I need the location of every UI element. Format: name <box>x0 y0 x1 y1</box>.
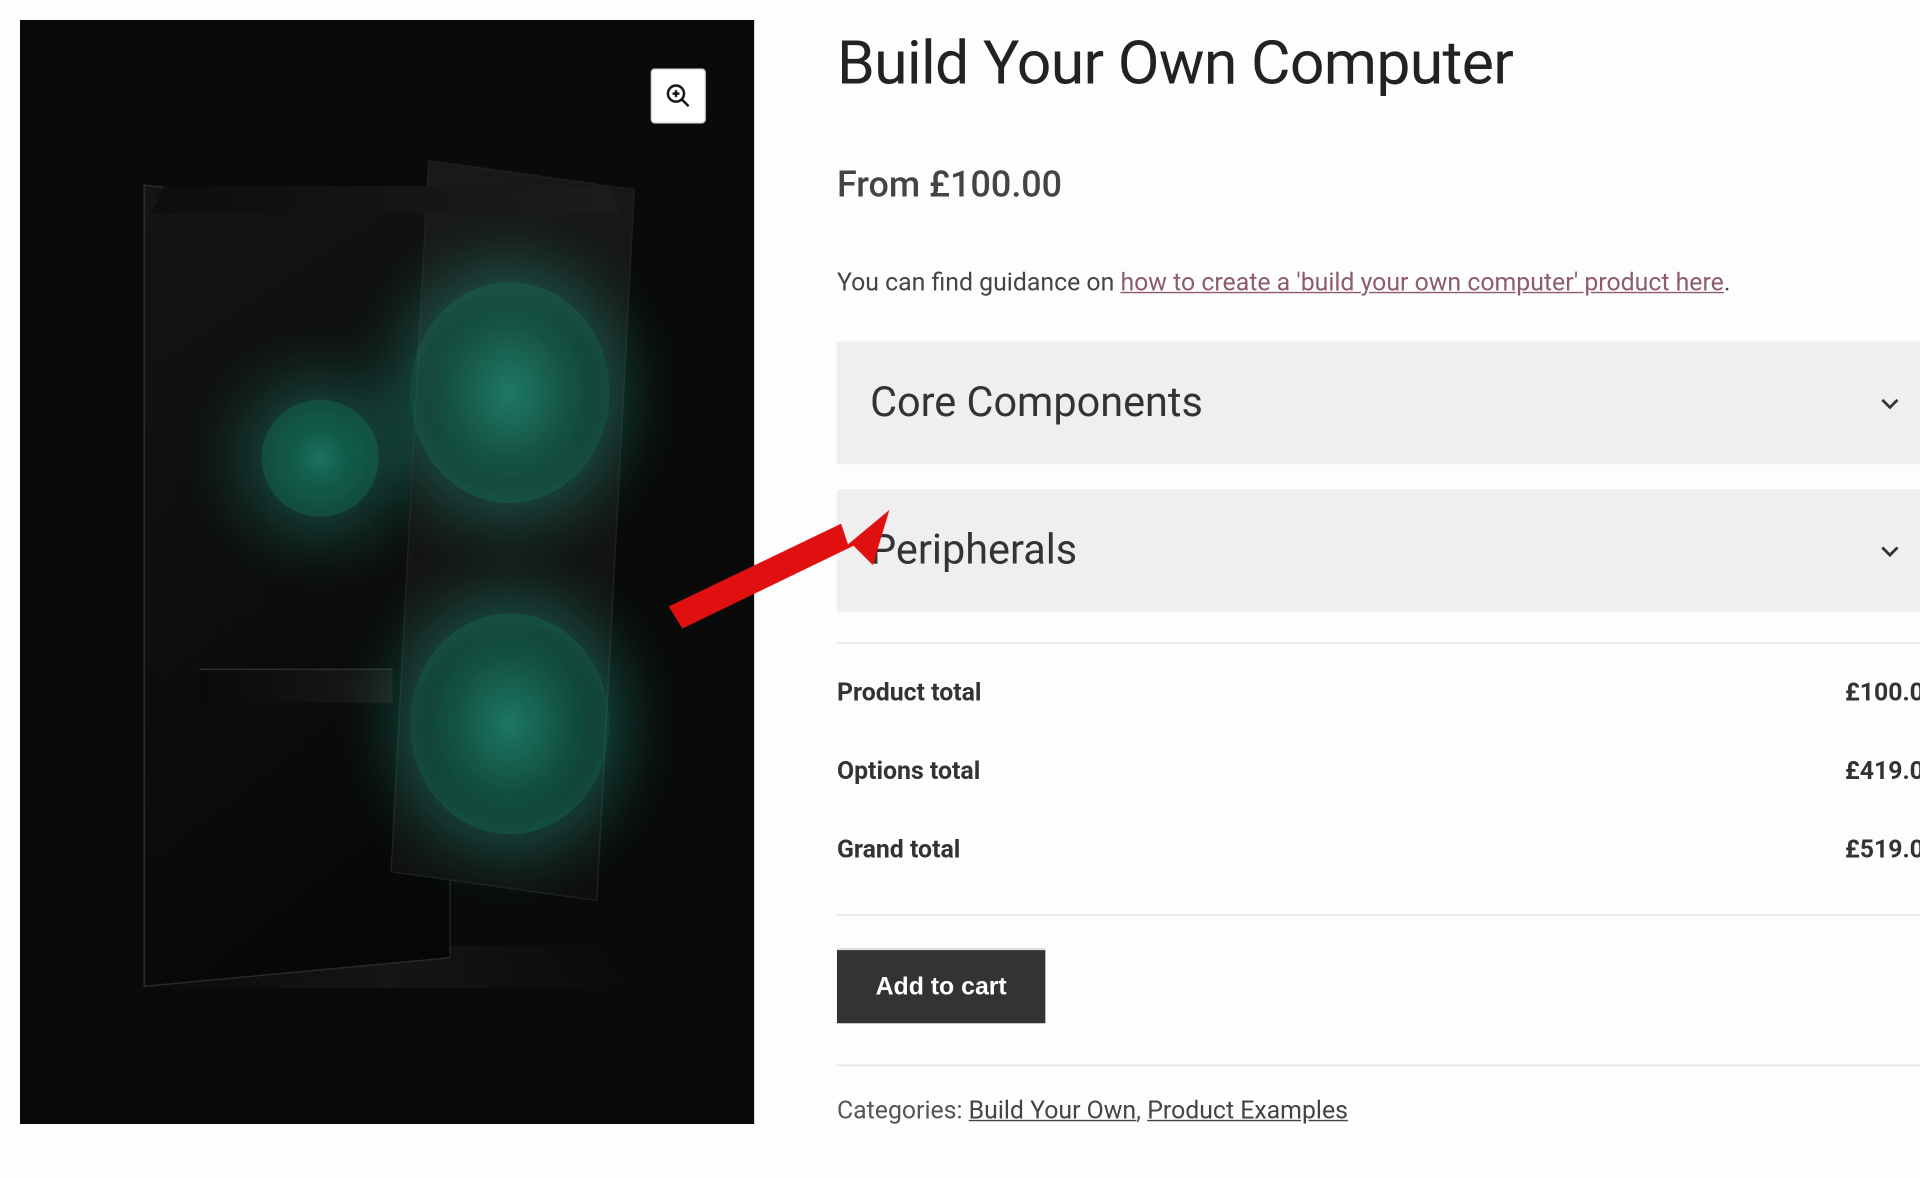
zoom-icon[interactable] <box>651 68 706 123</box>
product-title: Build Your Own Computer <box>837 27 1920 99</box>
accordion-label: Core Components <box>870 379 1203 427</box>
product-summary: Build Your Own Computer From £100.00 You… <box>837 20 1920 1125</box>
options-total-row: Options total £419.00 <box>837 757 1920 786</box>
grand-total-row: Grand total £519.00 <box>837 836 1920 865</box>
categories-prefix: Categories: <box>837 1096 969 1125</box>
accordion-core-components[interactable]: Core Components <box>837 342 1920 465</box>
product-image[interactable] <box>20 20 754 1124</box>
options-total-value: £419.00 <box>1845 757 1920 786</box>
price-value: £100.00 <box>929 165 1062 206</box>
category-link-product-examples[interactable]: Product Examples <box>1147 1096 1348 1125</box>
chevron-down-icon <box>1875 388 1905 418</box>
price-prefix: From <box>837 165 929 206</box>
product-total-label: Product total <box>837 678 982 707</box>
guidance-text: You can find guidance on how to create a… <box>837 268 1920 297</box>
product-categories: Categories: Build Your Own, Product Exam… <box>837 1096 1920 1125</box>
guidance-prefix: You can find guidance on <box>837 268 1121 297</box>
totals-block: Product total £100.00 Options total £419… <box>837 642 1920 864</box>
chevron-down-icon <box>1875 535 1905 565</box>
category-link-build-your-own[interactable]: Build Your Own <box>969 1096 1136 1125</box>
product-gallery <box>20 20 754 1125</box>
options-total-label: Options total <box>837 757 980 786</box>
grand-total-value: £519.00 <box>1845 836 1920 865</box>
accordion-peripherals[interactable]: Peripherals <box>837 489 1920 612</box>
product-price: From £100.00 <box>837 165 1920 206</box>
guidance-suffix: . <box>1724 268 1731 297</box>
add-to-cart-button[interactable]: Add to cart <box>837 949 1045 1024</box>
categories-separator: , <box>1136 1096 1147 1125</box>
product-total-row: Product total £100.00 <box>837 678 1920 707</box>
grand-total-label: Grand total <box>837 836 960 865</box>
product-total-value: £100.00 <box>1845 678 1920 707</box>
accordion-label: Peripherals <box>870 526 1077 574</box>
guidance-link[interactable]: how to create a 'build your own computer… <box>1120 268 1723 297</box>
